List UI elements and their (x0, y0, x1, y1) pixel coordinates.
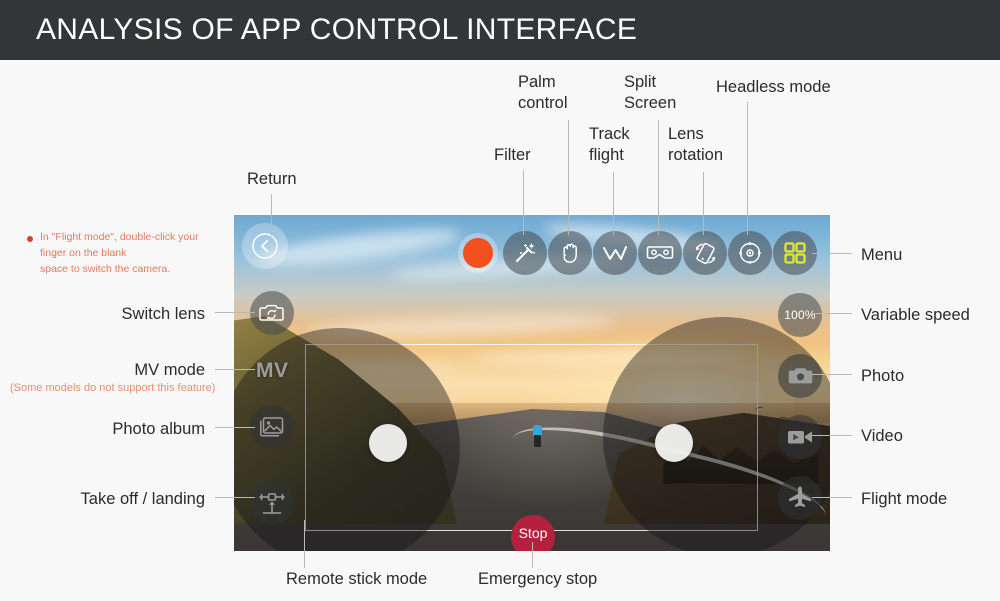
callout-menu-label: Menu (861, 246, 903, 264)
leader-line-filter (523, 170, 524, 235)
record-button[interactable] (458, 233, 498, 273)
callout-emergency-stop-label: Emergency stop (478, 570, 598, 588)
record-dot-icon (463, 238, 493, 268)
callout-takeoff-landing-label: Take off / landing (80, 490, 205, 508)
page-title: ANALYSIS OF APP CONTROL INTERFACE (36, 13, 638, 46)
callout-return-label: Return (247, 170, 297, 188)
leader-line-takeoff-landing (215, 497, 255, 498)
left-joystick-knob[interactable] (369, 424, 407, 462)
callout-lens-rotation-label: Lens rotation (668, 125, 724, 164)
switch-lens-button[interactable] (250, 291, 294, 335)
leader-line-return (271, 194, 272, 236)
lens-rotation-button[interactable] (683, 231, 727, 275)
callout-remote-stick-mode-label: Remote stick mode (286, 570, 428, 588)
leader-line-split-screen (658, 120, 659, 235)
emergency-stop-button[interactable]: Stop (511, 515, 555, 551)
leader-line-photo (812, 374, 852, 375)
compass-icon (736, 239, 764, 267)
leader-line-video (812, 435, 852, 436)
leader-line-remote-stick (304, 520, 305, 568)
leader-line-emergency-stop (532, 542, 533, 568)
back-chevron-icon (251, 232, 279, 260)
leader-line-variable-speed (812, 313, 852, 314)
callout-switch-lens-label: Switch lens (121, 305, 205, 323)
page-header: ANALYSIS OF APP CONTROL INTERFACE (0, 0, 1000, 60)
leader-line-palm-control (568, 120, 569, 235)
callout-photo-label: Photo (861, 367, 905, 385)
callout-flight-mode-label: Flight mode (861, 490, 948, 508)
split-screen-button[interactable] (638, 231, 682, 275)
right-joystick-zone[interactable] (603, 317, 830, 551)
filter-button[interactable] (503, 231, 547, 275)
callout-filter-label: Filter (494, 146, 531, 164)
right-joystick-knob[interactable] (655, 424, 693, 462)
leader-line-mv-mode (215, 369, 255, 370)
leader-line-lens-rotation (703, 172, 704, 235)
camera-preview-screen[interactable]: MV 100% Stop (234, 215, 830, 551)
callout-mv-mode-label: MV mode (134, 361, 205, 379)
callout-headless-mode-label: Headless mode (716, 78, 831, 96)
leader-line-menu (812, 253, 852, 254)
variable-speed-button[interactable]: 100% (778, 293, 822, 337)
callout-split-screen-label: Split Screen (624, 73, 677, 112)
track-flight-button[interactable] (593, 231, 637, 275)
mv-mode-subnote: (Some models do not support this feature… (10, 382, 216, 394)
callout-palm-control-label: Palm control (518, 73, 568, 112)
leader-line-photo-album (215, 427, 255, 428)
stop-button-label: Stop (518, 525, 548, 541)
note-bullet-icon (27, 236, 33, 242)
page-root: ANALYSIS OF APP CONTROL INTERFACE MV 100… (0, 0, 1000, 601)
callout-photo-album-label: Photo album (112, 420, 205, 438)
menu-button[interactable] (773, 231, 817, 275)
phone-rotate-icon (692, 240, 719, 267)
camera-switch-icon (259, 302, 285, 324)
vr-goggles-icon (646, 242, 674, 264)
palm-control-button[interactable] (548, 231, 592, 275)
leader-line-headless-mode (747, 102, 748, 235)
headless-mode-button[interactable] (728, 231, 772, 275)
callout-video-label: Video (861, 427, 903, 445)
callout-variable-speed-label: Variable speed (861, 306, 970, 324)
return-button[interactable] (242, 223, 288, 269)
grid-menu-icon (783, 241, 807, 265)
magic-wand-icon (512, 240, 538, 266)
leader-line-flight-mode (812, 497, 852, 498)
waveform-icon (601, 242, 629, 264)
flight-mode-note: In "Flight mode", double-click your fing… (40, 231, 199, 275)
leader-line-switch-lens (215, 312, 255, 313)
speed-value-label: 100% (784, 308, 816, 322)
leader-line-track-flight (613, 172, 614, 235)
callout-track-flight-label: Track flight (589, 125, 630, 164)
hand-icon (558, 241, 583, 266)
